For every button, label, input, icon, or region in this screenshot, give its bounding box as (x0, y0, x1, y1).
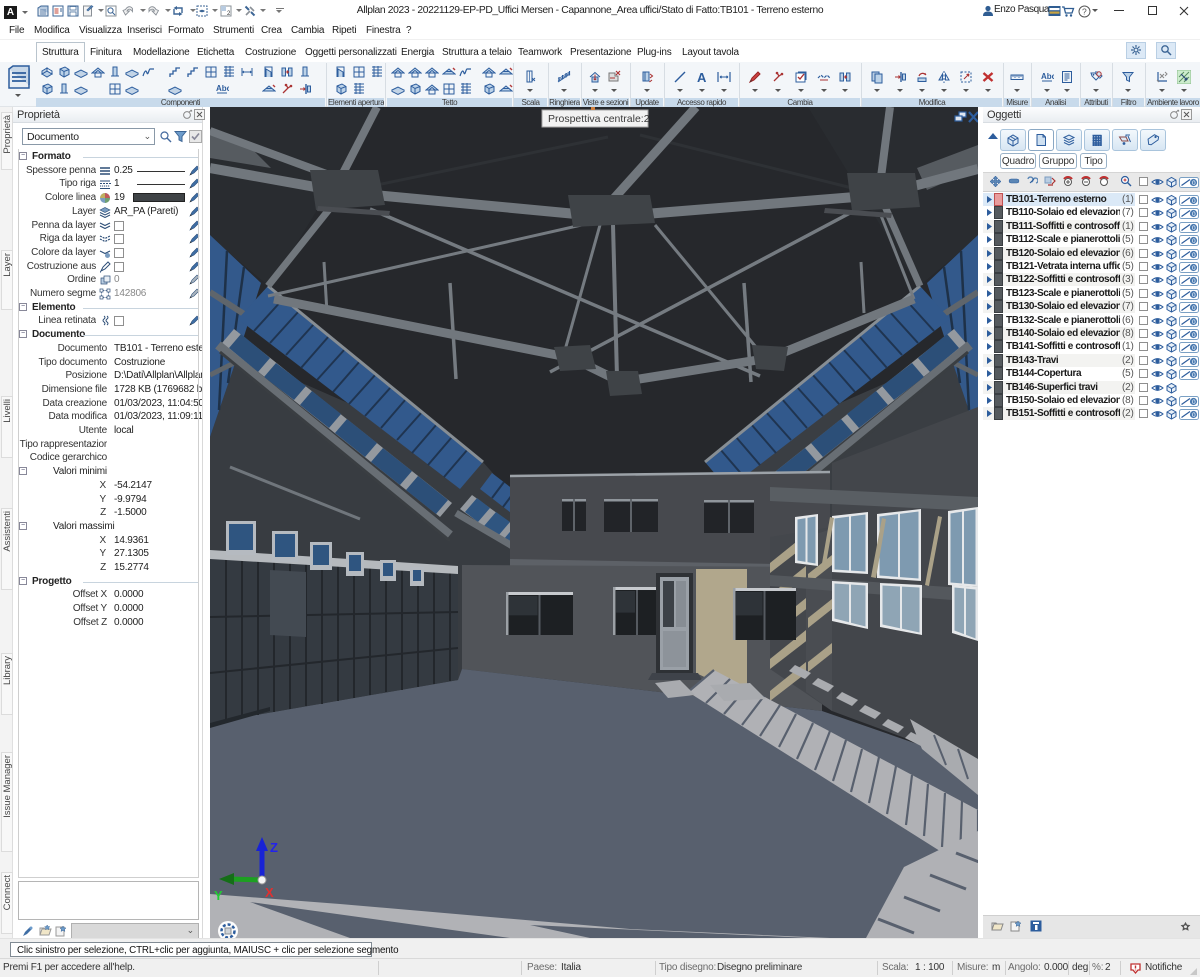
svg-text:A: A (697, 70, 707, 84)
svg-text:0: 0 (1192, 198, 1196, 205)
svg-text:0: 0 (1192, 412, 1196, 419)
svg-text:0: 0 (1192, 238, 1196, 245)
svg-text:Prospettiva centrale:2: Prospettiva centrale:2 (548, 113, 650, 125)
svg-text:Abc: Abc (216, 84, 229, 93)
svg-text:0: 0 (1192, 252, 1196, 259)
svg-text:0: 0 (1192, 278, 1196, 285)
svg-text:0: 0 (1192, 292, 1196, 299)
svg-text:0: 0 (1192, 345, 1196, 352)
svg-text:0: 0 (1192, 225, 1196, 232)
svg-text:Abc: Abc (1041, 72, 1054, 81)
svg-text:0: 0 (1192, 305, 1196, 312)
svg-text:0: 0 (1192, 359, 1196, 366)
svg-text:?: ? (1082, 7, 1087, 17)
svg-text:0: 0 (1192, 399, 1196, 406)
svg-text:0: 0 (1192, 211, 1196, 218)
svg-text:Y: Y (214, 888, 223, 903)
svg-text:0: 0 (1192, 372, 1196, 379)
svg-text:0: 0 (1192, 265, 1196, 272)
svg-text:Z: Z (270, 840, 278, 855)
svg-text:X: X (265, 885, 274, 900)
svg-text:0: 0 (1192, 332, 1196, 339)
svg-text:0: 0 (1192, 180, 1196, 187)
svg-text:0: 0 (1192, 319, 1196, 326)
